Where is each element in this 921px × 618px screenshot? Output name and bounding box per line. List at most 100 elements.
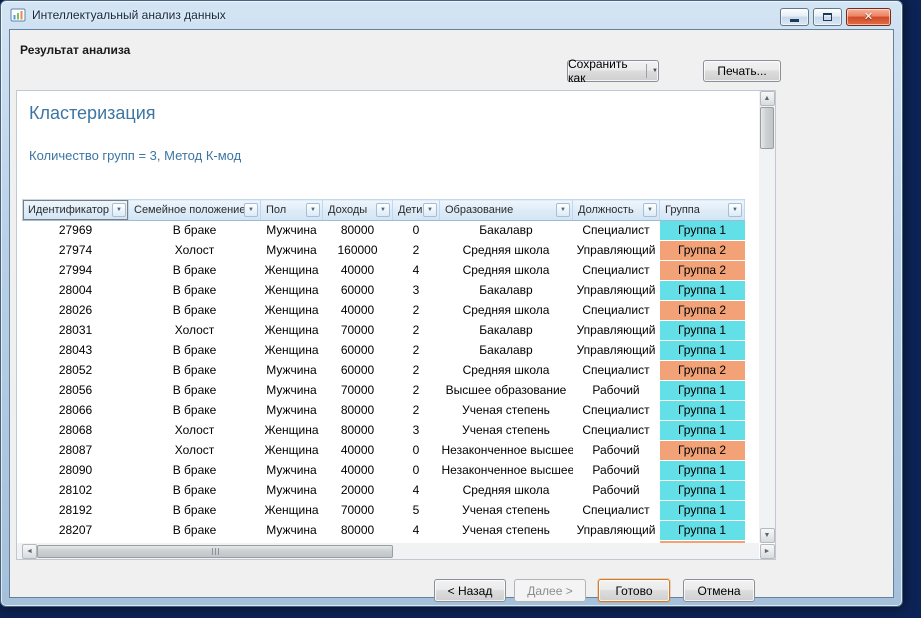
table-cell: В браке: [129, 341, 261, 361]
scroll-left-icon: ◄: [26, 548, 33, 555]
table-row[interactable]: 28056В бракеМужчина700002Высшее образова…: [23, 381, 745, 401]
cancel-button[interactable]: Отмена: [683, 579, 755, 602]
group-cell: Группа 1: [660, 281, 745, 301]
scroll-down-button[interactable]: ▼: [760, 528, 775, 543]
app-icon: [10, 7, 26, 23]
table-cell: 2: [393, 321, 440, 341]
filter-dropdown-icon[interactable]: ▼: [556, 203, 570, 217]
table-cell: 28207: [23, 521, 129, 541]
table-cell: Ученая степень: [440, 501, 573, 521]
filter-dropdown-icon[interactable]: ▼: [423, 203, 437, 217]
split-divider: [646, 64, 647, 78]
table-cell: Ученая степень: [440, 521, 573, 541]
filter-dropdown-icon[interactable]: ▼: [728, 203, 742, 217]
table-cell: 60000: [323, 361, 393, 381]
table-cell: 4: [393, 481, 440, 501]
scroll-right-button[interactable]: ►: [760, 544, 775, 559]
filter-dropdown-icon[interactable]: ▼: [643, 203, 657, 217]
table-cell: В браке: [129, 501, 261, 521]
scroll-right-icon: ►: [764, 548, 771, 555]
print-label: Печать...: [717, 64, 766, 78]
table-cell: 4: [393, 521, 440, 541]
scroll-up-icon: ▲: [764, 95, 771, 102]
table-row[interactable]: 28031ХолостЖенщина700002БакалаврУправляю…: [23, 321, 745, 341]
table-row[interactable]: 28068ХолостЖенщина800003Ученая степеньСп…: [23, 421, 745, 441]
table-cell: Управляющий: [573, 281, 660, 301]
horizontal-scrollbar-thumb[interactable]: [37, 545, 393, 558]
table-cell: В браке: [129, 221, 261, 241]
table-row[interactable]: 27994В бракеЖенщина400004Средняя школаСп…: [23, 261, 745, 281]
table-row[interactable]: 28192В бракеЖенщина700005Ученая степеньС…: [23, 501, 745, 521]
horizontal-scrollbar-track[interactable]: [37, 544, 759, 559]
titlebar[interactable]: Интеллектуальный анализ данных ✕: [1, 1, 902, 29]
column-header-label: Должность: [578, 204, 634, 216]
table-cell: Женщина: [261, 321, 323, 341]
scroll-up-button[interactable]: ▲: [760, 91, 775, 106]
filter-dropdown-icon[interactable]: ▼: [244, 203, 258, 217]
minimize-button[interactable]: [780, 8, 809, 26]
save-as-button[interactable]: Сохранить как ▼: [567, 60, 659, 82]
table-cell: 40000: [323, 441, 393, 461]
table-cell: Женщина: [261, 281, 323, 301]
scroll-left-button[interactable]: ◄: [22, 544, 37, 559]
table-cell: 28090: [23, 461, 129, 481]
filter-dropdown-icon[interactable]: ▼: [306, 203, 320, 217]
table-row[interactable]: 28102В бракеМужчина200004Средняя школаРа…: [23, 481, 745, 501]
table-cell: Женщина: [261, 421, 323, 441]
table-row[interactable]: 28052В бракеМужчина600002Средняя школаСп…: [23, 361, 745, 381]
table-cell: 28068: [23, 421, 129, 441]
table-row[interactable]: 28066В бракеМужчина800002Ученая степеньС…: [23, 401, 745, 421]
table-cell: Специалист: [573, 221, 660, 241]
table-cell: 27994: [23, 261, 129, 281]
column-header-4: Доходы▼: [323, 200, 393, 221]
finish-button[interactable]: Готово: [598, 579, 670, 602]
table-cell: Холост: [129, 441, 261, 461]
filter-dropdown-icon[interactable]: ▼: [112, 203, 126, 217]
filter-dropdown-icon[interactable]: ▼: [376, 203, 390, 217]
group-cell: Группа 1: [660, 221, 745, 241]
cancel-label: Отмена: [697, 584, 740, 598]
table-cell: 5: [393, 501, 440, 521]
next-button[interactable]: Далее >: [514, 579, 586, 602]
close-button[interactable]: ✕: [846, 8, 891, 26]
vertical-scrollbar[interactable]: ▲ ▼: [759, 91, 775, 543]
table-cell: 2: [393, 241, 440, 261]
vertical-scrollbar-track[interactable]: [759, 106, 775, 528]
table-cell: 20000: [323, 481, 393, 501]
table-cell: 80000: [323, 421, 393, 441]
table-cell: Специалист: [573, 421, 660, 441]
table-row[interactable]: 28043В бракеЖенщина600002БакалаврУправля…: [23, 341, 745, 361]
table-row[interactable]: 27974ХолостМужчина1600002Средняя школаУп…: [23, 241, 745, 261]
column-header-label: Идентификатор: [28, 204, 109, 216]
group-cell: Группа 1: [660, 481, 745, 501]
table-cell: Мужчина: [261, 521, 323, 541]
table-row[interactable]: 27969В бракеМужчина800000БакалаврСпециал…: [23, 221, 745, 241]
minimize-icon: [790, 19, 799, 22]
back-button[interactable]: < Назад: [434, 579, 506, 602]
table-cell: В браке: [129, 401, 261, 421]
table-cell: Бакалавр: [440, 341, 573, 361]
table-cell: Женщина: [261, 501, 323, 521]
group-cell: Группа 2: [660, 241, 745, 261]
table-row[interactable]: 28087ХолостЖенщина400000Незаконченное вы…: [23, 441, 745, 461]
table-row[interactable]: 28026В бракеЖенщина400002Средняя школаСп…: [23, 301, 745, 321]
table-cell: 0: [393, 461, 440, 481]
vertical-scrollbar-thumb[interactable]: [760, 107, 774, 149]
table-row[interactable]: 28004В бракеЖенщина600003БакалаврУправля…: [23, 281, 745, 301]
print-button[interactable]: Печать...: [703, 60, 781, 82]
table-row[interactable]: 28207В бракеМужчина800004Ученая степеньУ…: [23, 521, 745, 541]
table-cell: В браке: [129, 481, 261, 501]
table-cell: 28052: [23, 361, 129, 381]
table-cell: 70000: [323, 381, 393, 401]
table-cell: Средняя школа: [440, 481, 573, 501]
table-cell: Бакалавр: [440, 281, 573, 301]
horizontal-scrollbar[interactable]: ◄: [17, 543, 759, 559]
maximize-button[interactable]: [813, 8, 842, 26]
table-row[interactable]: 28090В бракеМужчина400000Незаконченное в…: [23, 461, 745, 481]
table-cell: Мужчина: [261, 481, 323, 501]
group-cell: Группа 1: [660, 321, 745, 341]
table-cell: Холост: [129, 421, 261, 441]
table-cell: В браке: [129, 461, 261, 481]
table-cell: Ученая степень: [440, 421, 573, 441]
column-header-6: Образование▼: [440, 200, 573, 221]
